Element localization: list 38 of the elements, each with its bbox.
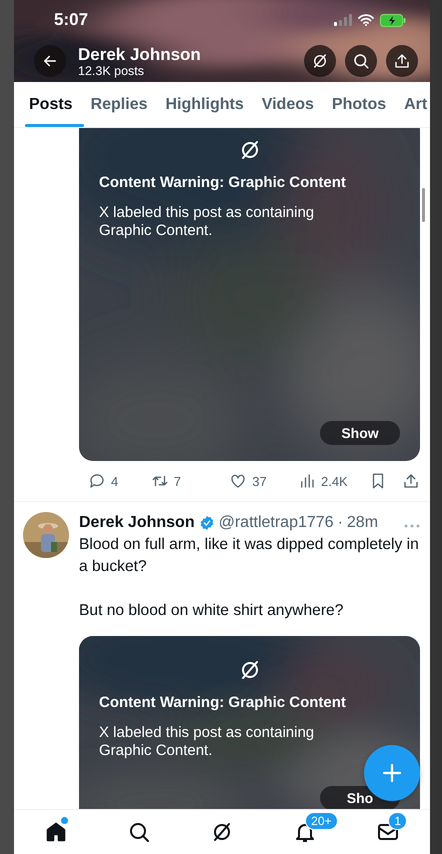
- notification-badge: 1: [388, 812, 408, 830]
- avatar: [23, 512, 69, 558]
- signal-icon: [334, 14, 352, 26]
- reply-count: 4: [111, 474, 118, 488]
- profile-tab[interactable]: Replies: [82, 82, 156, 127]
- view-count: 2.4K: [320, 474, 348, 488]
- share-icon[interactable]: [402, 472, 420, 490]
- warning-text: X labeled this post as containing Graphic Content.: [99, 204, 316, 240]
- warning-title: Content Warning: Graphic Content: [99, 174, 346, 191]
- profile-tab[interactable]: Posts: [14, 82, 82, 127]
- post-count: 12.3K posts: [78, 64, 146, 78]
- heart-icon[interactable]: [229, 472, 248, 490]
- plus-icon: [380, 761, 404, 785]
- author-name: Derek Johnson: [79, 514, 195, 532]
- warning-text: X labeled this post as containing Graphic Content.: [99, 724, 316, 760]
- post-time: 28m: [346, 514, 378, 532]
- post-text: Blood on full arm, like it was dipped completely in a bucket?: [79, 535, 420, 577]
- repost-count: 7: [174, 474, 182, 488]
- like-count: 37: [252, 474, 267, 488]
- author-handle: @rattletrap1776: [218, 514, 334, 532]
- warning-title: Content Warning: Graphic Content: [99, 694, 346, 711]
- profile-name: Derek Johnson: [78, 44, 202, 64]
- scroll-indicator: [422, 188, 425, 222]
- status-time: 5:07: [54, 10, 88, 30]
- share-icon: [393, 52, 411, 70]
- post-text: But no blood on white shirt anywhere?: [79, 601, 344, 621]
- notification-badge: 20+: [305, 812, 338, 830]
- separator: ·: [338, 514, 343, 532]
- battery-icon: [380, 14, 406, 26]
- slashed-circle-icon: [311, 52, 329, 70]
- profile-tab[interactable]: Highlights: [156, 82, 253, 127]
- profile-tab[interactable]: Art: [395, 82, 430, 127]
- show-button[interactable]: Show: [320, 421, 400, 445]
- profile-tab[interactable]: Photos: [322, 82, 396, 127]
- speech-bubble-icon[interactable]: [88, 472, 106, 490]
- search-icon: [352, 52, 370, 70]
- profile-tab[interactable]: Videos: [252, 82, 323, 127]
- wifi-icon: [358, 14, 374, 26]
